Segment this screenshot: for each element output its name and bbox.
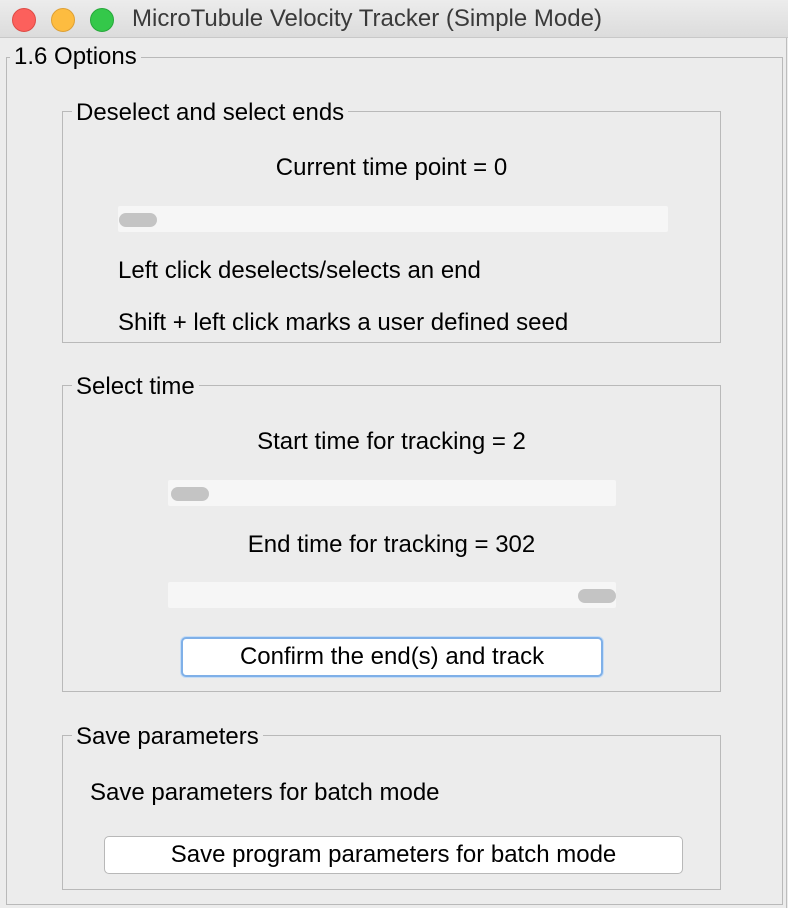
options-label: 1.6 Options [10, 43, 141, 71]
end-time-slider-thumb[interactable] [578, 589, 616, 603]
start-time-slider-thumb[interactable] [171, 487, 209, 501]
current-time-slider-thumb[interactable] [119, 213, 157, 227]
current-time-label: Current time point = 0 [275, 154, 508, 181]
save-parameters-button[interactable]: Save program parameters for batch mode [104, 836, 683, 874]
end-time-slider[interactable] [168, 582, 616, 608]
title-bar: MicroTubule Velocity Tracker (Simple Mod… [0, 0, 788, 38]
start-time-slider[interactable] [168, 480, 616, 506]
start-time-label: Start time for tracking = 2 [257, 428, 526, 455]
end-time-label: End time for tracking = 302 [247, 531, 536, 558]
confirm-track-button[interactable]: Confirm the end(s) and track [181, 637, 603, 677]
minimize-window-button[interactable] [51, 8, 75, 32]
instruction-left-click: Left click deselects/selects an end [118, 257, 481, 284]
current-time-slider[interactable] [118, 206, 668, 232]
close-window-button[interactable] [12, 8, 36, 32]
save-panel-label: Save parameters [72, 723, 263, 751]
time-panel-label: Select time [72, 373, 199, 401]
window-title: MicroTubule Velocity Tracker (Simple Mod… [132, 5, 602, 32]
maximize-window-button[interactable] [90, 8, 114, 32]
window-edge [786, 38, 787, 908]
ends-panel-label: Deselect and select ends [72, 99, 349, 127]
save-description: Save parameters for batch mode [90, 779, 440, 806]
instruction-shift-click: Shift + left click marks a user defined … [118, 309, 569, 336]
